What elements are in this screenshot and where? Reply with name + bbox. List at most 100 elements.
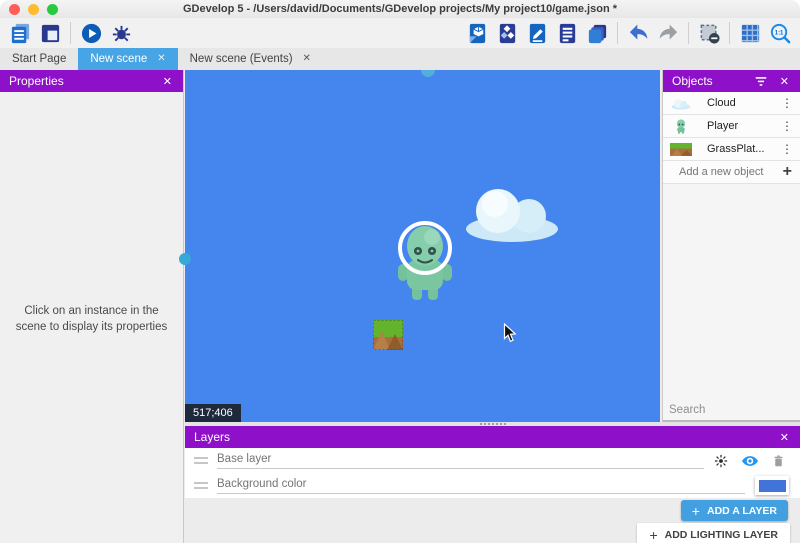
zoom-window-button[interactable] — [47, 4, 58, 15]
objects-search — [663, 399, 800, 422]
object-name: GrassPlat... — [707, 143, 781, 155]
close-icon[interactable]: ✕ — [161, 75, 174, 88]
properties-panel-title: Properties — [9, 74, 161, 88]
object-row-cloud[interactable]: Cloud ⋮ — [663, 92, 800, 115]
objects-editor-icon — [466, 22, 489, 45]
redo-icon — [657, 22, 680, 45]
layer-name-field[interactable]: Background color — [217, 478, 745, 494]
project-manager-icon — [9, 22, 32, 45]
add-object-label: Add a new object — [679, 166, 783, 178]
toolbar-separator — [688, 22, 689, 44]
add-layer-button[interactable]: + ADD A LAYER — [681, 500, 788, 521]
start-page-button[interactable] — [37, 20, 63, 46]
open-layers-editor-button[interactable] — [584, 20, 610, 46]
open-objects-editor-button[interactable] — [464, 20, 490, 46]
cloud-thumbnail-icon — [670, 96, 692, 111]
add-lighting-layer-button[interactable]: + ADD LIGHTING LAYER — [637, 523, 790, 543]
grass-platform-thumbnail-icon — [670, 142, 692, 157]
delete-layer-trash-icon[interactable] — [772, 454, 785, 468]
grass-platform-instance[interactable] — [373, 320, 403, 350]
player-instance-selected[interactable] — [390, 214, 460, 304]
layer-name-field[interactable]: Base layer — [217, 453, 704, 469]
tab-close-icon[interactable]: ✕ — [157, 54, 165, 64]
search-input[interactable] — [669, 404, 800, 416]
add-lighting-layer-label: ADD LIGHTING LAYER — [665, 529, 778, 541]
open-scene-properties-button[interactable] — [524, 20, 550, 46]
plus-icon: + — [783, 164, 792, 180]
object-name: Cloud — [707, 97, 781, 109]
toggle-mask-button[interactable] — [696, 20, 722, 46]
preview-button[interactable] — [78, 20, 104, 46]
panel-resize-handle[interactable] — [179, 253, 191, 265]
redo-button[interactable] — [655, 20, 681, 46]
object-row-player[interactable]: Player ⋮ — [663, 115, 800, 138]
add-layer-label: ADD A LAYER — [707, 505, 777, 517]
main-toolbar: 1:1 — [0, 18, 800, 48]
layers-panel: Layers ✕ Base layer Background color — [185, 422, 800, 543]
object-menu-icon[interactable]: ⋮ — [781, 119, 793, 133]
tab-close-icon[interactable]: ✕ — [303, 54, 311, 64]
tab-new-scene-events[interactable]: New scene (Events) ✕ — [178, 48, 323, 70]
plus-icon: + — [692, 504, 700, 518]
object-menu-icon[interactable]: ⋮ — [781, 142, 793, 156]
panel-drag-handle[interactable] — [421, 70, 435, 77]
debug-button[interactable] — [108, 20, 134, 46]
layers-footer-lighting: + ADD LIGHTING LAYER — [185, 523, 800, 543]
bug-icon — [110, 22, 133, 45]
window-controls — [9, 4, 58, 15]
zoom-original-button[interactable]: 1:1 — [767, 20, 793, 46]
editor-tabs: Start Page New scene ✕ New scene (Events… — [0, 48, 800, 70]
drag-handle-icon[interactable] — [194, 457, 208, 464]
layer-effects-icon[interactable] — [714, 454, 728, 468]
tab-new-scene[interactable]: New scene ✕ — [78, 48, 177, 70]
minimize-window-button[interactable] — [28, 4, 39, 15]
close-window-button[interactable] — [9, 4, 20, 15]
edit-properties-icon — [526, 22, 549, 45]
filter-icon[interactable] — [754, 76, 768, 87]
close-icon[interactable]: ✕ — [778, 431, 791, 444]
grip-dots-icon — [480, 423, 506, 425]
properties-empty-message: Click on an instance in the scene to dis… — [8, 303, 175, 335]
layers-panel-header: Layers ✕ — [185, 426, 800, 448]
cursor-coordinates: 517;406 — [185, 404, 241, 422]
player-thumbnail-icon — [670, 119, 692, 134]
layer-visibility-eye-icon[interactable] — [741, 454, 759, 468]
cloud-instance[interactable] — [462, 185, 562, 243]
layer-row-background-color: Background color — [185, 473, 800, 498]
properties-panel-header: Properties ✕ — [0, 70, 183, 92]
object-name: Player — [707, 120, 781, 132]
properties-panel: Properties ✕ Click on an instance in the… — [0, 70, 184, 543]
layers-stack-icon — [586, 22, 609, 45]
color-swatch — [759, 480, 786, 492]
close-icon[interactable]: ✕ — [778, 75, 791, 88]
drag-handle-icon[interactable] — [194, 482, 208, 489]
object-menu-icon[interactable]: ⋮ — [781, 96, 793, 110]
object-row-grassplatform[interactable]: GrassPlat... ⋮ — [663, 138, 800, 161]
tab-start-page[interactable]: Start Page — [0, 48, 78, 70]
grid-icon — [739, 22, 762, 45]
tab-label: New scene — [90, 53, 147, 65]
undo-button[interactable] — [625, 20, 651, 46]
object-groups-icon — [496, 22, 519, 45]
toggle-grid-button[interactable] — [737, 20, 763, 46]
layer-row-base: Base layer — [185, 448, 800, 473]
add-new-object-button[interactable]: Add a new object + — [663, 161, 800, 184]
layers-panel-grip[interactable] — [185, 422, 800, 426]
gdevelop-window: GDevelop 5 - /Users/david/Documents/GDev… — [0, 0, 800, 543]
mask-icon — [698, 22, 721, 45]
open-object-groups-button[interactable] — [494, 20, 520, 46]
background-color-picker[interactable] — [755, 476, 789, 495]
tab-label: New scene (Events) — [190, 53, 293, 65]
toolbar-separator — [70, 22, 71, 44]
window-icon — [39, 22, 62, 45]
undo-icon — [627, 22, 650, 45]
play-icon — [80, 22, 103, 45]
toolbar-separator — [729, 22, 730, 44]
objects-panel-title: Objects — [672, 74, 754, 88]
plus-icon: + — [649, 528, 657, 542]
scene-canvas[interactable]: 517;406 — [185, 70, 660, 422]
open-instances-list-button[interactable] — [554, 20, 580, 46]
objects-panel-header: Objects ✕ — [663, 70, 800, 92]
project-manager-button[interactable] — [7, 20, 33, 46]
window-title: GDevelop 5 - /Users/david/Documents/GDev… — [0, 0, 800, 18]
